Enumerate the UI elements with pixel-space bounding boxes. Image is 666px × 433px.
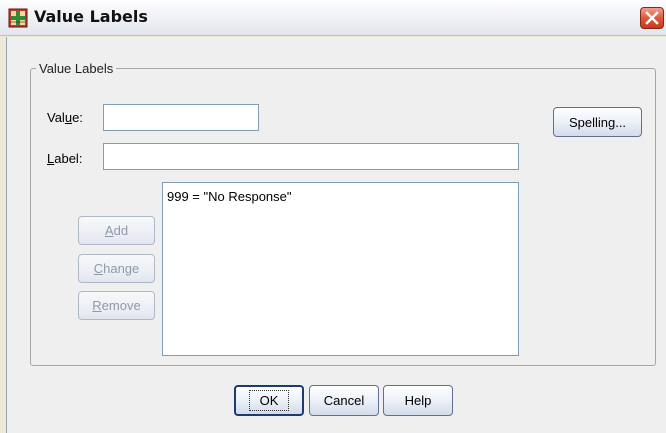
label-label: Label: (47, 151, 83, 166)
remove-button[interactable]: Remove (78, 291, 155, 320)
cancel-button[interactable]: Cancel (309, 385, 379, 416)
window-title: Value Labels (34, 7, 148, 26)
value-input[interactable] (103, 104, 259, 131)
label-input[interactable] (103, 143, 519, 170)
value-labels-list[interactable]: 999 = "No Response" (162, 182, 519, 356)
close-icon (645, 11, 659, 25)
add-button[interactable]: Add (78, 216, 155, 245)
group-legend: Value Labels (36, 61, 117, 76)
list-item[interactable]: 999 = "No Response" (167, 189, 514, 204)
help-button[interactable]: Help (383, 385, 453, 416)
title-bar[interactable]: Value Labels (0, 0, 666, 36)
ok-button[interactable]: OK (234, 385, 304, 416)
change-button[interactable]: Change (78, 254, 155, 283)
app-icon (8, 8, 28, 28)
close-button[interactable] (640, 7, 664, 29)
spelling-button[interactable]: Spelling... (553, 107, 642, 137)
value-labels-dialog: Value Labels Value Labels Value: Label: … (0, 0, 666, 433)
value-label: Value: (47, 110, 83, 125)
